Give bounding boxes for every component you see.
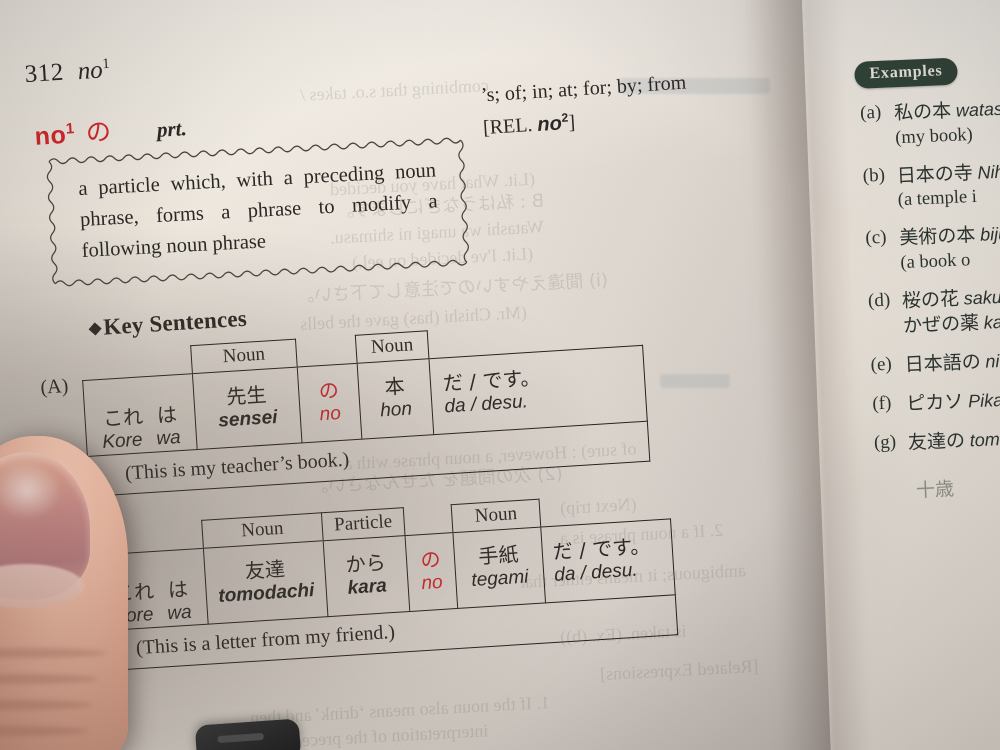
key-sentences-label: Key Sentences <box>102 305 248 340</box>
example-tag: (g) <box>873 431 897 454</box>
cell-noun-2: 本 hon <box>357 358 434 439</box>
gloss-list: ’s; of; in; at; for; by; from <box>480 71 687 107</box>
example-item: (a) 私の本 watashi no h (my book) <box>854 92 1000 152</box>
example-tag: (c) <box>864 227 887 250</box>
example-tag: (a) <box>859 101 882 124</box>
entry-part-of-speech: prt. <box>156 116 188 143</box>
header-cell <box>403 504 453 535</box>
example-japanese: 日本語の <box>904 351 982 377</box>
example-tag: (e) <box>870 353 893 376</box>
cell-noun-2: 手紙 tegami <box>452 526 546 609</box>
faint-bottom-text: 十歳 <box>915 478 955 503</box>
tab-detail <box>217 732 264 744</box>
photographed-dictionary-page: combining that s.o. takes / (Lit. What h… <box>0 0 1000 750</box>
cell-copula: だ / です。 da / desu. <box>540 518 676 603</box>
cell-subject: これは Kore wa <box>93 548 209 631</box>
example-japanese: 桜の花 <box>901 287 960 313</box>
header-cell <box>295 335 357 367</box>
example-romaji: Pikas <box>967 389 1000 412</box>
cell-subject: これは Kore wa <box>82 373 198 457</box>
entry-glosses: ’s; of; in; at; for; by; from [REL. no2] <box>480 72 689 140</box>
example-romaji: Nihon no te <box>977 159 1000 183</box>
example-japanese: 友達の <box>907 430 966 455</box>
example-item: (g) 友達の tomo (my f <box>868 422 1000 458</box>
diamond-bullet-icon: ◆ <box>88 319 102 338</box>
related-reference: [REL. no2] <box>482 110 576 140</box>
running-head-entry: no1 <box>76 55 111 86</box>
example-tag: (d) <box>867 289 891 312</box>
definition-text: a particle which, with a preceding noun … <box>77 159 439 263</box>
example-item: (e) 日本語の nihong (a teach <box>864 344 1000 380</box>
cell-particle-no: の no <box>405 532 458 612</box>
example-japanese: ピカソ <box>905 390 964 416</box>
example-item: (f) ピカソ Pikas (a pict <box>866 383 1000 419</box>
example-romaji: watashi no h <box>955 96 1000 121</box>
left-page-content: 312 no1 no1 の prt. ’s; of; in; at; for; … <box>10 14 817 675</box>
examples-badge: Examples <box>853 57 959 89</box>
example-romaji: bijutsu no <box>979 222 1000 246</box>
example-english: (a book o <box>900 250 971 274</box>
key-sentence-label-a: (A) <box>39 374 69 399</box>
entry-kana: の <box>85 117 112 148</box>
cell-particle-kara: から kara <box>323 535 410 617</box>
example-japanese-sub: かぜの薬 <box>902 312 980 338</box>
page-number: 312 <box>23 58 65 89</box>
example-english: (my book) <box>894 124 974 148</box>
example-item: (c) 美術の本 bijutsu no (a book o <box>859 217 1000 277</box>
example-item: (b) 日本の寺 Nihon no te (a temple i <box>856 155 1000 215</box>
entry-headword: no1 <box>33 120 76 151</box>
example-romaji: sakura n <box>963 286 1000 309</box>
key-sentence-table-a: Noun Noun これは Kore wa 先生 sensei の no 本 h… <box>80 317 650 497</box>
example-tag: (f) <box>871 393 892 415</box>
example-japanese: 美術の本 <box>898 224 976 250</box>
key-sentence-label-b: (B) <box>50 549 79 574</box>
example-romaji-sub: kaze no <box>983 310 1000 333</box>
definition-box: a particle which, with a preceding noun … <box>46 137 469 287</box>
example-japanese: 日本の寺 <box>896 161 974 187</box>
cell-copula: だ / です。 da / desu. <box>428 345 648 435</box>
example-romaji: tomo <box>969 429 1000 451</box>
example-romaji: nihong <box>985 349 1000 372</box>
example-tag: (b) <box>862 164 886 187</box>
cell-noun-1: 友達 tomodachi <box>203 540 328 624</box>
example-english: (a temple i <box>897 187 978 211</box>
cell-particle-no: の no <box>297 363 362 443</box>
example-item: (d) 桜の花 sakura n (a cherry かぜの薬 kaze no … <box>862 280 1000 341</box>
examples-section: Examples (a) 私の本 watashi no h (my book) … <box>852 51 1000 505</box>
cell-noun-1: 先生 sensei <box>192 366 302 450</box>
example-japanese: 私の本 <box>893 99 952 125</box>
